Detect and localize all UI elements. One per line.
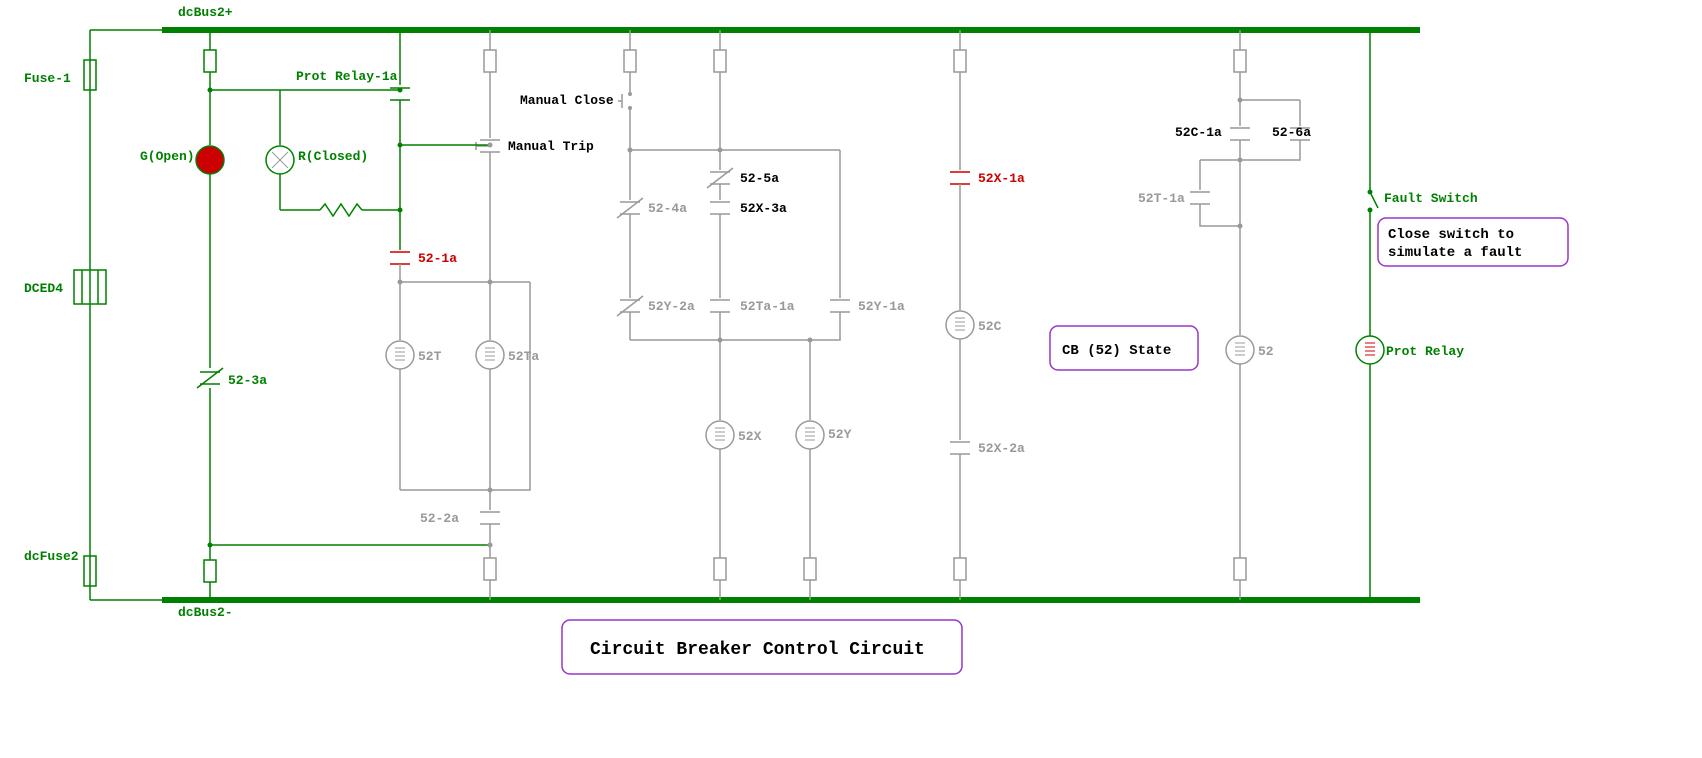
fault-switch-label: Fault Switch xyxy=(1384,191,1478,206)
contact-52-3a xyxy=(197,368,223,388)
coil-52y-label: 52Y xyxy=(828,427,852,442)
fault-note-l2: simulate a fault xyxy=(1388,245,1522,261)
coil-52ta xyxy=(476,341,504,369)
dced4-label: DCED4 xyxy=(24,281,63,296)
dced4-block xyxy=(74,270,106,304)
lamp-r-closed-label: R(Closed) xyxy=(298,149,368,164)
coil-52c-label: 52C xyxy=(978,319,1002,334)
contact-52ta-1a xyxy=(710,300,730,312)
contact-52-1a-label: 52-1a xyxy=(418,251,457,266)
contact-52-6a-label: 52-6a xyxy=(1272,125,1311,140)
contact-52t-1a xyxy=(1190,192,1210,204)
contact-52y-1a-label: 52Y-1a xyxy=(858,299,905,314)
contact-52-1a xyxy=(390,252,410,264)
branch1-fuse xyxy=(204,50,216,72)
title-text: Circuit Breaker Control Circuit xyxy=(590,640,925,660)
contact-52-2a xyxy=(480,512,500,524)
coil-52t xyxy=(386,341,414,369)
contact-52ta-1a-label: 52Ta-1a xyxy=(740,299,795,314)
contact-52-2a-label: 52-2a xyxy=(420,511,459,526)
branch1-bot-fuse xyxy=(204,560,216,582)
contact-52-4a-label: 52-4a xyxy=(648,201,687,216)
lamp-g-open-label: G(Open) xyxy=(140,149,195,164)
coil-prot-relay-label: Prot Relay xyxy=(1386,344,1464,359)
dcfuse2-label: dcFuse2 xyxy=(24,549,79,564)
contact-52x-1a xyxy=(950,172,970,184)
contact-52-3a-label: 52-3a xyxy=(228,373,267,388)
contact-52x-3a-label: 52X-3a xyxy=(740,201,787,216)
manual-trip-fuse xyxy=(484,50,496,72)
cb-state-text: CB (52) State xyxy=(1062,343,1171,359)
bus-top-label: dcBus2+ xyxy=(178,5,233,20)
coil-52t-label: 52T xyxy=(418,349,442,364)
coil-52c xyxy=(946,311,974,339)
coil-52-label: 52 xyxy=(1258,344,1274,359)
contact-52c-1a-label: 52C-1a xyxy=(1175,125,1222,140)
contact-52y-2a-label: 52Y-2a xyxy=(648,299,695,314)
contact-52x-3a xyxy=(710,202,730,214)
coil-52ta-label: 52Ta xyxy=(508,349,539,364)
contact-52x-1a-label: 52X-1a xyxy=(978,171,1025,186)
fault-switch[interactable] xyxy=(1368,190,1379,213)
coil-52x xyxy=(706,421,734,449)
resistor xyxy=(320,204,362,216)
coil-52x-label: 52X xyxy=(738,429,762,444)
coil-prot-relay xyxy=(1356,336,1384,364)
contact-52x-2a xyxy=(950,442,970,454)
fault-note-l1: Close switch to xyxy=(1388,227,1514,243)
fuse-1-label: Fuse-1 xyxy=(24,71,71,86)
contact-52y-1a xyxy=(830,300,850,312)
contact-52t-1a-label: 52T-1a xyxy=(1138,191,1185,206)
bus-bottom-label: dcBus2- xyxy=(178,605,233,620)
coil-52 xyxy=(1226,336,1254,364)
schematic-diagram: dcBus2+ dcBus2- Fuse-1 DCED4 dcFuse2 G(O… xyxy=(0,0,1702,758)
contact-52x-2a-label: 52X-2a xyxy=(978,441,1025,456)
coil-52y xyxy=(796,421,824,449)
manual-trip-label: Manual Trip xyxy=(508,139,594,154)
contact-52c-1a xyxy=(1230,128,1250,140)
manual-close-button[interactable] xyxy=(618,92,632,110)
manual-close-label: Manual Close xyxy=(520,93,614,108)
lamp-g-open xyxy=(196,146,224,174)
contact-52-5a-label: 52-5a xyxy=(740,171,779,186)
prot-relay-1a-label: Prot Relay-1a xyxy=(296,69,398,84)
